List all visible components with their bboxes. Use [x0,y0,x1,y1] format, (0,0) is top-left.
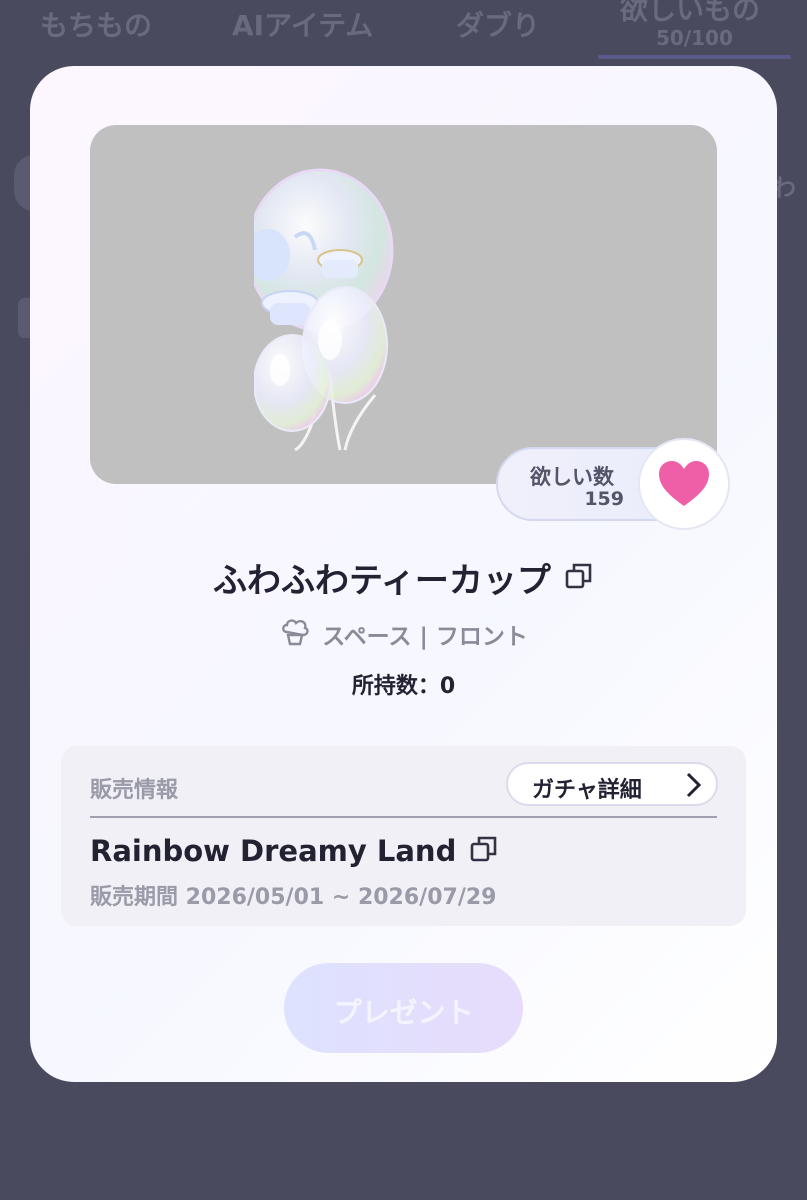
chevron-right-icon [684,772,702,802]
item-category: スペース | フロント [322,624,528,650]
present-button[interactable]: プレゼント [284,963,523,1053]
item-title: ふわふわティーカップ [212,561,551,601]
gacha-name: Rainbow Dreamy Land [90,834,457,868]
tab-wishlist-count: 50/100 [656,26,733,50]
background-tab-bar: もちもの AIアイテム ダブり 欲しいもの 50/100 [0,0,807,66]
sale-info-label: 販売情報 [90,778,179,803]
sale-period: 販売期間 2026/05/01 ~ 2026/07/29 [90,885,497,910]
wish-count-value: 159 [584,488,624,510]
owned-count: 所持数：0 [351,674,456,699]
heart-icon [659,461,709,506]
item-detail-modal: 欲しい数 159 ふわふわティーカップ スペース | フロント 所持数：0 販売… [30,66,777,1082]
gacha-name-row: Rainbow Dreamy Land [90,834,499,868]
tab-mochimono: もちもの [40,9,153,42]
divider [90,816,717,818]
tab-duplicates: ダブり [456,9,541,42]
active-tab-underline [598,55,791,59]
item-category-row: スペース | フロント [30,616,777,652]
item-thumbnail [90,125,717,484]
tab-wishlist: 欲しいもの [620,0,761,26]
present-button-label: プレゼント [333,996,474,1029]
tab-ai-items: AIアイテム [232,9,374,42]
wishlist-heart-button[interactable] [638,438,730,530]
wish-count-label: 欲しい数 [530,465,614,489]
teacup-balloon-illustration [254,168,394,452]
copy-icon[interactable] [564,561,594,595]
item-title-row: ふわふわティーカップ [30,553,777,602]
sale-info-panel: 販売情報 ガチャ詳細 Rainbow Dreamy Land 販売期間 2026… [61,746,746,926]
gacha-detail-button[interactable]: ガチャ詳細 [506,762,718,806]
category-icon [279,616,311,652]
copy-icon[interactable] [469,834,499,868]
gacha-detail-label: ガチャ詳細 [532,778,642,803]
